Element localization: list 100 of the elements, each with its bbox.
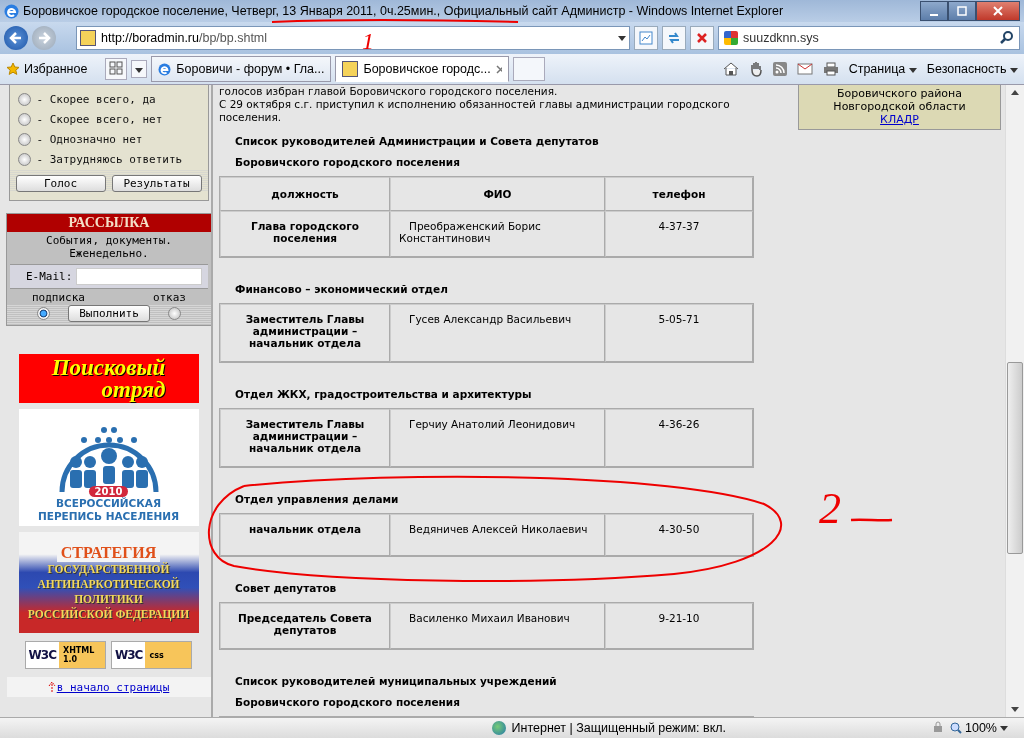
banner-text: 2010 xyxy=(88,486,129,497)
column-header: телефон xyxy=(605,177,753,211)
census-banner[interactable]: 2010 ВСЕРОССИЙСКАЯ ПЕРЕПИСЬ НАСЕЛЕНИЯ xyxy=(18,409,199,526)
table-cell: Преображенский Борис Константинович xyxy=(390,211,605,257)
radio-button[interactable] xyxy=(37,307,50,320)
up-arrow-icon xyxy=(47,681,56,693)
table-cell: Василенко Михаил Иванович xyxy=(390,603,605,649)
search-field[interactable]: suuzdknn.sys xyxy=(718,26,1020,50)
kladr-link[interactable]: КЛАДР xyxy=(880,113,919,126)
banner-text: РОССИЙСКОЙ ФЕДЕРАЦИИ xyxy=(27,607,190,622)
column-header: ФИО xyxy=(390,177,605,211)
intro-text: С 29 октября с.г. приступил к исполнению обязанностей главы администрации городского поселения. xyxy=(219,98,731,124)
maximize-icon xyxy=(957,6,967,16)
printer-icon[interactable] xyxy=(822,62,839,76)
close-icon xyxy=(993,6,1003,16)
poll-option-label: - Затрудняюсь ответить xyxy=(36,152,183,166)
home-icon[interactable] xyxy=(722,62,739,76)
validator-badge[interactable]: W3C css xyxy=(111,641,193,669)
subscription-option-label: подписка xyxy=(32,291,85,304)
mail-icon[interactable] xyxy=(796,63,813,75)
favorites-button[interactable]: Избранное xyxy=(6,62,88,76)
table-cell: Глава городского поселения xyxy=(220,211,390,257)
table-cell: 5-05-71 xyxy=(605,304,753,362)
table-cell: 4-30-50 xyxy=(605,514,753,556)
table-cell: 4-37-37 xyxy=(605,211,753,257)
radio-button[interactable] xyxy=(17,112,31,126)
mailing-description: События, документы. Еженедельно. xyxy=(45,233,173,262)
browser-tab[interactable]: Боровичское городс... xyxy=(335,56,510,82)
table-cell: Герчиу Анатолий Леонидович xyxy=(390,409,605,467)
quick-tabs-button[interactable] xyxy=(105,58,128,80)
page-icon xyxy=(80,30,96,46)
column-header: должность xyxy=(220,177,390,211)
radio-button[interactable] xyxy=(17,132,31,146)
radio-button[interactable] xyxy=(17,152,31,166)
poll-button[interactable]: Результаты xyxy=(111,175,202,192)
hand-icon[interactable] xyxy=(748,61,763,77)
back-arrow-icon xyxy=(9,31,23,45)
subscription-option-label: отказ xyxy=(152,291,186,304)
banner-text: АНТИНАРКОТИЧЕСКОЙ xyxy=(37,577,180,592)
poll-option-label: - Скорее всего, нет xyxy=(36,112,163,126)
email-label: E-Mail: xyxy=(25,270,73,283)
mailing-title: РАССЫЛКА xyxy=(7,214,211,232)
table-cell: 4-36-26 xyxy=(605,409,753,467)
section-subtitle: Боровичского городского поселения xyxy=(234,695,461,710)
email-input[interactable] xyxy=(76,268,202,285)
zoom-level-button[interactable]: 100% xyxy=(950,721,1008,735)
close-tab-icon[interactable] xyxy=(495,64,503,74)
caret-icon xyxy=(908,68,917,73)
caret-icon xyxy=(1010,68,1018,73)
section-title: Финансово – экономический отдел xyxy=(234,282,449,297)
command-menu[interactable]: Безопасность xyxy=(926,62,1018,76)
banner-text: ПОЛИТИКИ xyxy=(74,592,143,607)
poll-option-label: - Скорее всего, да xyxy=(36,92,156,106)
maximize-button[interactable] xyxy=(948,1,976,21)
caret-icon xyxy=(1000,725,1008,731)
search-icon[interactable] xyxy=(1000,31,1014,45)
command-menu[interactable]: Страница xyxy=(848,62,917,76)
tab-list-button[interactable] xyxy=(131,60,148,78)
close-button[interactable] xyxy=(976,1,1020,21)
section-subtitle: Боровичского городского поселения xyxy=(234,155,461,170)
back-button[interactable] xyxy=(4,26,28,50)
stop-icon[interactable] xyxy=(690,26,714,50)
table-cell: Заместитель Главы администрации – начальник отдела xyxy=(220,409,390,467)
minimize-icon xyxy=(930,13,938,16)
feed-icon[interactable] xyxy=(772,62,787,76)
hand-drawn-dash xyxy=(849,517,894,523)
minimize-button[interactable] xyxy=(920,1,948,21)
table-cell: Ведяничев Алексей Николаевич xyxy=(390,514,605,556)
region-text: Новгородской области xyxy=(833,100,966,113)
annotation-number: 1 xyxy=(362,29,374,53)
banner-text: ПЕРЕПИСЬ НАСЕЛЕНИЯ xyxy=(37,510,180,523)
radio-button[interactable] xyxy=(168,307,181,320)
caret-icon xyxy=(135,68,144,73)
banner-text: ВСЕРОССИЙСКАЯ xyxy=(56,497,161,510)
scroll-up-icon[interactable] xyxy=(1011,90,1019,95)
caret-icon[interactable] xyxy=(618,35,626,41)
banner-text: ГОСУДАРСТВЕННОЙ xyxy=(47,562,170,577)
submit-button[interactable]: Выполнить xyxy=(68,305,150,322)
search-squad-banner[interactable]: Поисковый отряд xyxy=(18,354,199,403)
section-title: Список руководителей муниципальных учреждений xyxy=(234,674,558,689)
window-title: Боровичское городское поселение, Четверг, 13 Января 2011, 0ч.25мин., Официальный сайт Администр - Windows Internet Explorer xyxy=(23,4,785,18)
radio-button[interactable] xyxy=(17,92,31,106)
compatibility-icon[interactable] xyxy=(634,26,658,50)
scroll-down-icon[interactable] xyxy=(1011,707,1019,712)
vertical-scrollbar[interactable] xyxy=(1005,85,1024,717)
page-icon xyxy=(342,61,359,77)
search-provider-icon xyxy=(724,31,738,45)
zoom-icon xyxy=(950,722,962,734)
banner-text: отряд xyxy=(100,378,166,401)
browser-tab[interactable]: Боровичи - форум • Гла... xyxy=(151,56,332,82)
table-cell: Гусев Александр Васильевич xyxy=(390,304,605,362)
section-title: Отдел ЖКХ, градостроительства и архитектуры xyxy=(234,387,533,402)
strategy-banner[interactable]: СТРАТЕГИЯ ГОСУДАРСТВЕННОЙ АНТИНАРКОТИЧЕСКОЙ ПОЛИТИКИ РОССИЙСКОЙ ФЕДЕРАЦИИ xyxy=(18,532,199,633)
banner-text: Поисковый xyxy=(51,356,166,379)
table-cell: Заместитель Главы администрации – начальник отдела xyxy=(220,304,390,362)
poll-option-label: - Однозначно нет xyxy=(36,132,143,146)
refresh-icon[interactable] xyxy=(662,26,686,50)
section-title: Совет депутатов xyxy=(234,581,338,596)
region-text: Боровичского района xyxy=(836,87,963,100)
poll-button[interactable]: Голос xyxy=(15,175,106,192)
